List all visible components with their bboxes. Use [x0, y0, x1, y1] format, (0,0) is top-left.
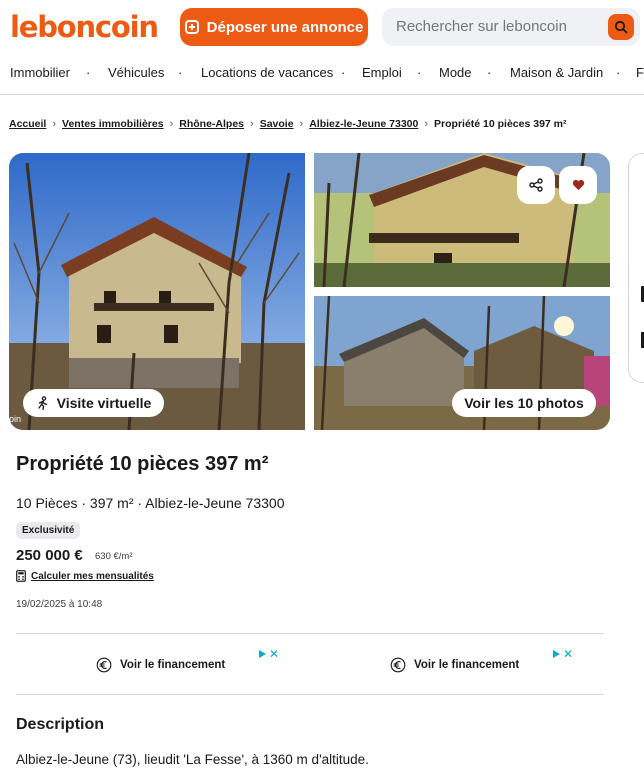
euro-coin-icon: [390, 657, 406, 673]
leboncoin-logo[interactable]: leboncoin: [10, 10, 159, 44]
heart-icon: [572, 179, 584, 191]
virtual-tour-label: Visite virtuelle: [56, 395, 152, 411]
chevron-right-icon: ›: [52, 118, 57, 130]
nav-item-emploi[interactable]: Emploi: [362, 65, 402, 80]
close-icon[interactable]: ✕: [269, 648, 279, 660]
chevron-right-icon: ›: [250, 118, 254, 130]
post-ad-button[interactable]: Déposer une annonce: [180, 8, 368, 46]
publication-date: 19/02/2025 à 10:48: [16, 599, 103, 610]
chevron-right-icon: ›: [424, 118, 429, 130]
ad-choices-icon: [553, 650, 560, 658]
financing-ad-label: Voir le financement: [414, 659, 520, 671]
financing-ad[interactable]: Voir le financement: [96, 650, 225, 680]
listing-price: 250 000 €: [16, 547, 83, 564]
section-divider: [16, 633, 604, 634]
photo-credit: oin: [9, 414, 22, 424]
euro-coin-icon: [96, 657, 112, 673]
breadcrumb-link-departement[interactable]: Savoie: [260, 118, 294, 130]
nav-separator: ·: [616, 65, 621, 80]
chevron-right-icon: ›: [169, 118, 174, 130]
view-all-photos-button[interactable]: Voir les 10 photos: [452, 389, 596, 417]
share-icon: [529, 178, 543, 192]
description-text: Albiez-le-Jeune (73), lieudit 'La Fesse'…: [16, 752, 369, 767]
nav-item-locations-vacances[interactable]: Locations de vacances: [201, 65, 333, 80]
financing-ad[interactable]: Voir le financement: [390, 650, 519, 680]
nav-separator: ·: [487, 65, 492, 80]
ad-choices[interactable]: ✕: [259, 648, 279, 660]
nav-divider: [0, 94, 644, 95]
loan-calculator-label: Calculer mes mensualités: [31, 570, 154, 582]
price-per-m2: 630 €/m²: [95, 551, 133, 562]
view-photos-label: Voir les 10 photos: [464, 395, 584, 411]
exclusivity-badge: Exclusivité: [16, 522, 81, 539]
nav-item-immobilier[interactable]: Immobilier: [10, 65, 70, 80]
listing-subtitle: 10 Pièces · 397 m² · Albiez-le-Jeune 733…: [16, 495, 285, 511]
chevron-right-icon: ›: [299, 118, 304, 130]
loan-calculator-link[interactable]: Calculer mes mensualités: [16, 570, 154, 582]
plus-icon: [184, 20, 199, 34]
breadcrumb-link-ventes[interactable]: Ventes immobilières: [62, 118, 164, 130]
search-input[interactable]: [396, 18, 596, 35]
nav-separator: ·: [341, 65, 346, 80]
breadcrumb: Accueil › Ventes immobilières › Rhône-Al…: [9, 118, 567, 130]
ad-choices-icon: [259, 650, 266, 658]
search-icon: [614, 20, 628, 34]
calculator-icon: [16, 570, 26, 582]
header: leboncoin Déposer une annonce: [0, 0, 644, 56]
section-divider: [16, 694, 604, 695]
virtual-tour-button[interactable]: Visite virtuelle: [23, 389, 164, 417]
breadcrumb-link-city[interactable]: Albiez-le-Jeune 73300: [309, 118, 418, 130]
nav-separator: ·: [86, 65, 91, 80]
nav-separator: ·: [417, 65, 422, 80]
close-icon[interactable]: ✕: [563, 648, 573, 660]
breadcrumb-link-accueil[interactable]: Accueil: [9, 118, 46, 130]
search-bar: [382, 8, 640, 46]
breadcrumb-link-region[interactable]: Rhône-Alpes: [179, 118, 244, 130]
nav-item-famille[interactable]: Fa: [636, 65, 644, 80]
description-heading: Description: [16, 716, 105, 733]
breadcrumb-current: Propriété 10 pièces 397 m²: [434, 118, 567, 130]
similar-listing-card[interactable]: [628, 153, 644, 383]
nav-item-maison-jardin[interactable]: Maison & Jardin: [510, 65, 603, 80]
post-ad-label: Déposer une annonce: [206, 18, 364, 36]
listing-title: Propriété 10 pièces 397 m²: [16, 453, 269, 475]
search-button[interactable]: [608, 14, 634, 40]
nav-item-vehicules[interactable]: Véhicules: [108, 65, 164, 80]
favorite-button[interactable]: [559, 166, 597, 204]
ad-choices[interactable]: ✕: [553, 648, 573, 660]
share-button[interactable]: [517, 166, 555, 204]
category-nav: Immobilier · Véhicules · Locations de va…: [0, 58, 644, 88]
nav-item-mode[interactable]: Mode: [439, 65, 472, 80]
walking-person-icon: [38, 396, 47, 410]
nav-separator: ·: [178, 65, 183, 80]
financing-ad-label: Voir le financement: [120, 659, 226, 671]
